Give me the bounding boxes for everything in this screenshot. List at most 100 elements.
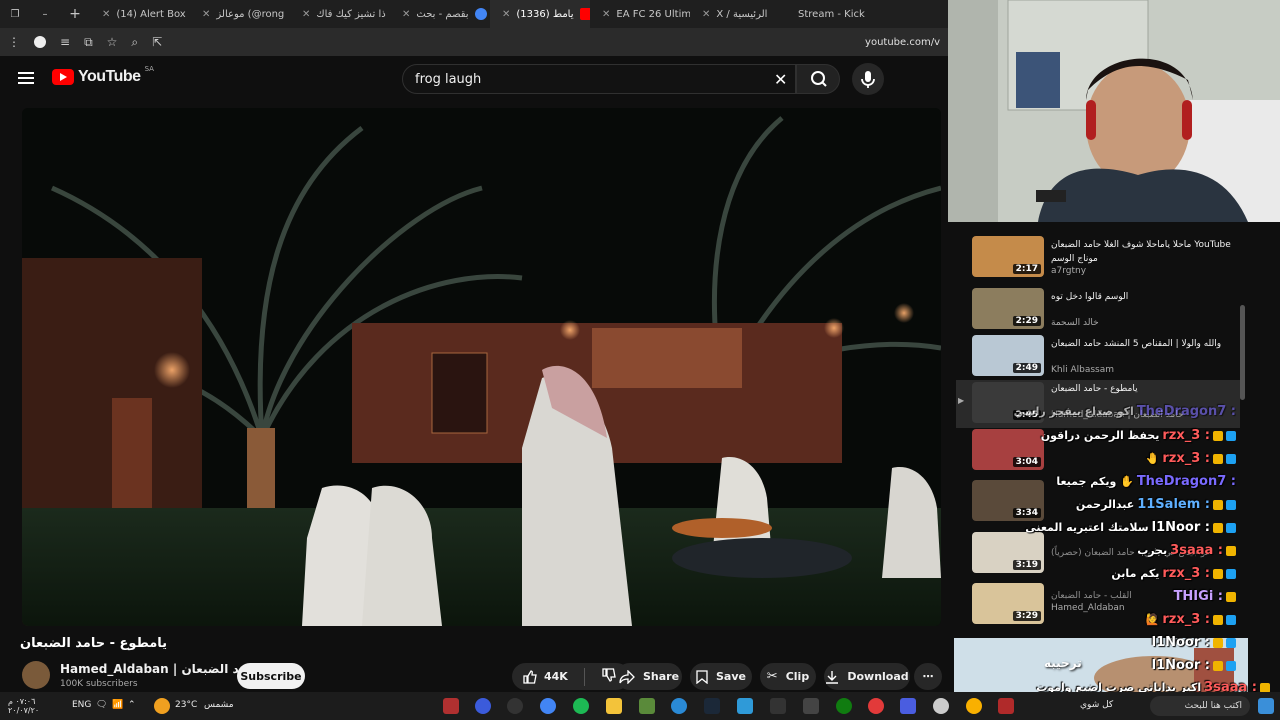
notification-icon[interactable]: 🗨 xyxy=(96,700,107,710)
chat-message: l1Noor : xyxy=(1149,635,1236,650)
youtube-header: YouTube SA frog laugh ✕ xyxy=(0,56,948,102)
app-icon[interactable] xyxy=(900,698,916,714)
app-icon[interactable] xyxy=(443,698,459,714)
share-label: Share xyxy=(642,670,680,683)
video-title: يامطوع - حامد الضبعان xyxy=(20,636,168,651)
browser-tab[interactable]: ✕ EA FC 26 Ultim xyxy=(590,0,690,28)
playlist-item[interactable]: 2:29 الوسم قالوا دخل توه خالد السحمة xyxy=(956,288,1240,332)
subscribe-button[interactable]: Subscribe xyxy=(237,663,305,689)
telegram-icon[interactable] xyxy=(737,698,753,714)
search-button[interactable] xyxy=(796,64,840,94)
webcam-feed xyxy=(948,0,1280,222)
video-thumbnail: 3:04 xyxy=(972,429,1044,470)
settings-icon[interactable] xyxy=(933,698,949,714)
steam-icon[interactable] xyxy=(704,698,720,714)
browser-tab[interactable]: Stream - Kick xyxy=(790,0,880,28)
close-icon[interactable]: ✕ xyxy=(602,9,610,20)
chat-message: l1Noor : xyxy=(1149,658,1236,673)
youtube-logo[interactable]: YouTube SA xyxy=(52,65,154,86)
video-player[interactable] xyxy=(22,108,941,626)
chrome-icon[interactable] xyxy=(540,698,556,714)
dislike-button[interactable] xyxy=(601,667,617,686)
close-icon[interactable]: ✕ xyxy=(402,9,410,20)
share-page-icon[interactable]: ⇱ xyxy=(152,35,162,49)
playlist-scrollbar[interactable] xyxy=(1240,305,1245,400)
chat-text: 🤚 xyxy=(1145,452,1160,465)
xbox-icon[interactable] xyxy=(836,698,852,714)
playlist-item[interactable]: 2:17 ماحلا ياماحلا شوف الغلا حامد الضبعا… xyxy=(956,236,1240,280)
browser-tab[interactable]: ✕ موعالز (@rong xyxy=(190,0,290,28)
app-icon[interactable] xyxy=(868,698,884,714)
close-icon[interactable]: ✕ xyxy=(702,9,710,20)
network-icon[interactable]: 📶 xyxy=(112,700,123,710)
crown-badge-icon xyxy=(1213,637,1223,648)
browser-tab-active[interactable]: ✕ (1336) يامط xyxy=(490,0,590,28)
profile-icon[interactable] xyxy=(34,36,46,48)
menu-dots-icon[interactable]: ⋮ xyxy=(8,35,20,49)
app-icon[interactable] xyxy=(803,698,819,714)
app-icon[interactable] xyxy=(770,698,786,714)
tray-chevron-icon[interactable]: ⌃ xyxy=(128,700,136,710)
voice-search-button[interactable] xyxy=(852,63,884,95)
channel-avatar[interactable] xyxy=(22,661,50,689)
sub-badge-icon xyxy=(1226,637,1236,648)
chat-username: 11Salem : xyxy=(1137,497,1210,512)
taskbar-search-input[interactable]: اكتب هنا للبحث xyxy=(1150,696,1250,716)
close-icon[interactable]: ✕ xyxy=(102,9,110,20)
zoom-icon[interactable]: ⌕ xyxy=(131,35,138,50)
like-count: 44K xyxy=(544,670,568,683)
thumbnail-caption: ترحيبه xyxy=(1044,656,1082,670)
language-indicator[interactable]: ENG xyxy=(72,700,91,710)
chat-message: 🤚 rzx_3 : xyxy=(1146,451,1236,466)
channel-name[interactable]: Hamed_Aldaban | حامد الضبعان xyxy=(60,662,260,676)
spotify-icon[interactable] xyxy=(573,698,589,714)
reading-list-icon[interactable]: ≡ xyxy=(60,35,70,49)
chat-username: 3saaa : xyxy=(1170,543,1223,558)
minecraft-icon[interactable] xyxy=(639,698,655,714)
playlist-item-channel: خالد السحمة xyxy=(1051,318,1099,328)
clock[interactable]: ٠٧:٠٦ م ٢٠/٠٧/٢٠ xyxy=(8,697,39,715)
copilot-icon[interactable] xyxy=(966,698,982,714)
chat-text: اكو صداع بيفجر راسي xyxy=(1013,405,1134,418)
playlist-item[interactable]: 2:49 والله والولا | المقناص 5 المنشد حام… xyxy=(956,335,1240,379)
menu-icon[interactable] xyxy=(18,72,34,84)
obs-icon[interactable] xyxy=(507,698,523,714)
window-restore-icon[interactable]: ❐ xyxy=(0,0,30,28)
share-button[interactable]: Share xyxy=(616,663,682,690)
close-icon[interactable]: ✕ xyxy=(302,9,310,20)
app-icon[interactable] xyxy=(998,698,1014,714)
more-actions-button[interactable]: ⋯ xyxy=(914,663,942,690)
tab-label: (1336) يامط xyxy=(516,8,574,20)
url-field[interactable]: youtube.com/v xyxy=(865,37,940,48)
duration-badge: 2:17 xyxy=(1012,264,1041,274)
browser-tab[interactable]: ✕ X / الرئيسية xyxy=(690,0,790,28)
browser-tab[interactable]: ✕ بقصم - بحث xyxy=(390,0,490,28)
new-tab-button[interactable]: + xyxy=(60,0,90,28)
search-input[interactable]: frog laugh xyxy=(402,64,796,94)
weather-icon xyxy=(154,698,170,714)
extensions-icon[interactable]: ⧉ xyxy=(84,35,93,50)
windows-start-icon[interactable] xyxy=(1258,698,1274,714)
close-icon[interactable]: ✕ xyxy=(502,9,510,20)
chat-text: سلامتك اعتبريه المعنى xyxy=(1025,521,1149,534)
clear-search-icon[interactable]: ✕ xyxy=(774,70,787,89)
chat-username: rzx_3 : xyxy=(1162,566,1210,581)
video-thumbnail: 3:34 xyxy=(972,480,1044,521)
bookmark-star-icon[interactable]: ☆ xyxy=(107,35,118,49)
edge-icon[interactable] xyxy=(671,698,687,714)
save-button[interactable]: Save xyxy=(690,663,752,690)
clock-date: ٢٠/٠٧/٢٠ xyxy=(8,706,40,715)
file-explorer-icon[interactable] xyxy=(606,698,622,714)
chat-message: 🙋 rzx_3 : xyxy=(1146,612,1236,627)
close-icon[interactable]: ✕ xyxy=(202,9,210,20)
browser-tab[interactable]: ✕ (14) Alert Box xyxy=(90,0,190,28)
minimize-icon[interactable]: – xyxy=(30,0,60,28)
discord-icon[interactable] xyxy=(475,698,491,714)
browser-tab[interactable]: ✕ ذا تشيز كيك فاك xyxy=(290,0,390,28)
clip-button[interactable]: ✂ Clip xyxy=(760,663,816,690)
like-button[interactable]: 44K xyxy=(522,669,568,685)
download-button[interactable]: Download xyxy=(824,663,910,690)
weather-temp[interactable]: 23°C xyxy=(175,700,197,710)
chat-username: THIGi : xyxy=(1173,589,1223,604)
chat-username: rzx_3 : xyxy=(1162,612,1210,627)
